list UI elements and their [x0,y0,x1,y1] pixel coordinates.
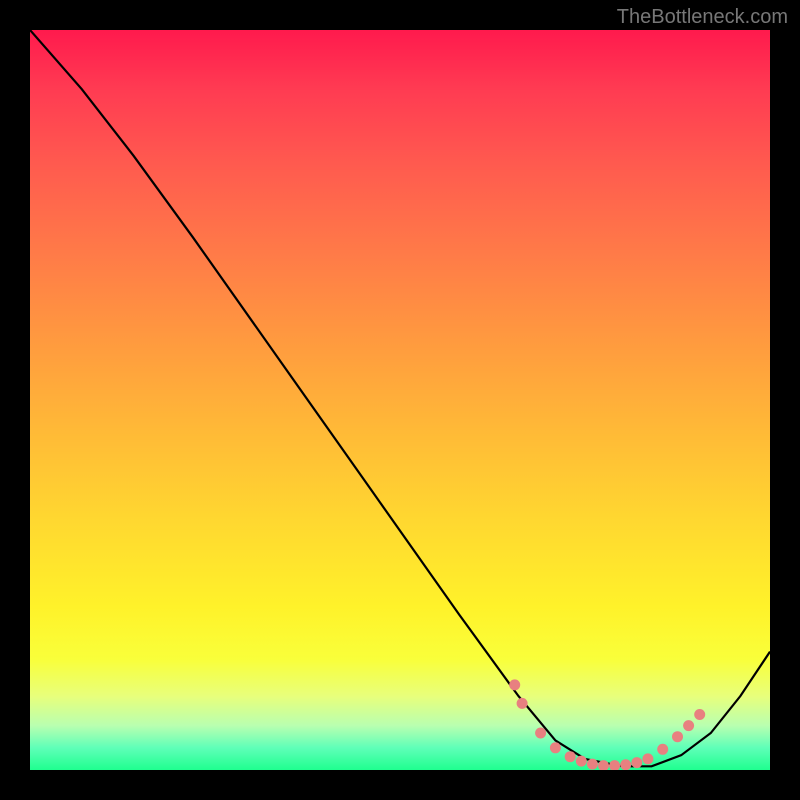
marker-dot [631,757,642,768]
marker-dot [657,744,668,755]
marker-dot [620,759,631,770]
chart-svg [30,30,770,770]
marker-dot [683,720,694,731]
plot-area [30,30,770,770]
marker-dot [565,751,576,762]
attribution-text: TheBottleneck.com [617,6,788,29]
marker-dot [587,759,598,770]
marker-dot [609,760,620,770]
marker-dot [576,756,587,767]
marker-dot [509,679,520,690]
marker-dot [550,742,561,753]
marker-dot [535,728,546,739]
marker-dot [672,731,683,742]
marker-dot [517,698,528,709]
curve-path [30,30,770,766]
marker-dot [642,753,653,764]
marker-dot [694,709,705,720]
